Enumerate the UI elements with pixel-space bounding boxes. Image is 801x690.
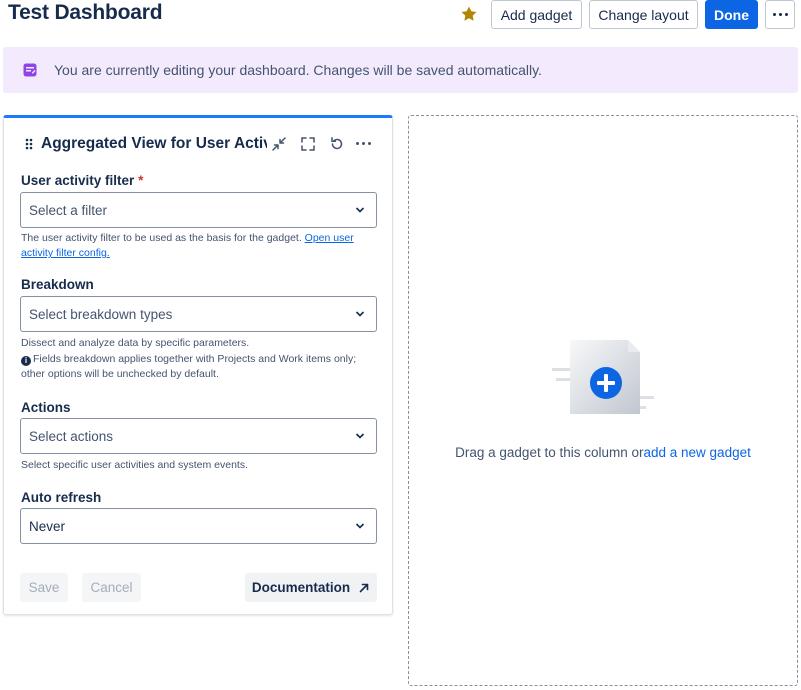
actions-placeholder: Select actions — [29, 429, 114, 444]
add-gadget-button[interactable]: Add gadget — [491, 0, 582, 29]
breakdown-placeholder: Select breakdown types — [29, 307, 173, 322]
filter-placeholder: Select a filter — [29, 203, 108, 218]
save-button[interactable]: Save — [20, 573, 68, 602]
drop-zone-text: Drag a gadget to this column or — [455, 445, 644, 460]
filter-label: User activity filter * — [21, 173, 143, 188]
gadget-card: Aggregated View for User Activi User act… — [3, 115, 393, 615]
filter-select[interactable]: Select a filter — [20, 192, 377, 228]
gadget-title: Aggregated View for User Activi — [41, 135, 267, 152]
edit-note-icon — [23, 63, 37, 77]
filter-help: The user activity filter to be used as t… — [21, 231, 371, 261]
documentation-label: Documentation — [251, 580, 351, 595]
done-button[interactable]: Done — [705, 0, 758, 29]
cancel-button[interactable]: Cancel — [82, 573, 141, 602]
breakdown-info: i Fields breakdown applies together with … — [21, 352, 376, 382]
breakdown-info-text: Fields breakdown applies together with P… — [21, 353, 357, 380]
breakdown-label: Breakdown — [21, 277, 94, 292]
filter-label-text: User activity filter — [21, 173, 135, 188]
gadget-more-button[interactable] — [356, 142, 374, 146]
drop-zone-message: Drag a gadget to this column oradd a new… — [409, 445, 797, 460]
change-layout-button[interactable]: Change layout — [589, 0, 698, 29]
external-link-icon — [359, 583, 369, 592]
more-actions-button[interactable] — [765, 0, 795, 29]
auto-refresh-value: Never — [29, 519, 66, 534]
fullscreen-icon[interactable] — [300, 136, 316, 152]
chevron-down-icon — [355, 311, 365, 317]
more-icon — [356, 142, 374, 145]
breakdown-help: Dissect and analyze data by specific par… — [21, 337, 250, 349]
actions-select[interactable]: Select actions — [20, 418, 377, 454]
auto-refresh-select[interactable]: Never — [20, 508, 377, 544]
info-icon: i — [21, 356, 31, 366]
required-mark: * — [138, 173, 144, 188]
drag-handle-icon[interactable] — [25, 138, 33, 150]
documentation-button[interactable]: Documentation — [245, 573, 377, 602]
auto-refresh-label: Auto refresh — [21, 490, 102, 505]
banner-message: You are currently editing your dashboard… — [54, 62, 542, 78]
page-title: Test Dashboard — [8, 1, 163, 24]
filter-help-text: The user activity filter to be used as t… — [21, 232, 302, 244]
more-icon — [772, 13, 788, 16]
add-new-gadget-link[interactable]: add a new gadget — [644, 445, 751, 460]
chevron-down-icon — [355, 523, 365, 529]
chevron-down-icon — [355, 207, 365, 213]
chevron-down-icon — [355, 433, 365, 439]
gadget-drop-zone[interactable]: Drag a gadget to this column oradd a new… — [408, 115, 798, 686]
dashboard-header: Test Dashboard Add gadget Change layout … — [0, 0, 801, 36]
star-icon[interactable] — [459, 4, 479, 24]
actions-label: Actions — [21, 400, 71, 415]
actions-help: Select specific user activities and syst… — [21, 459, 249, 471]
editing-banner: You are currently editing your dashboard… — [3, 47, 798, 93]
breakdown-select[interactable]: Select breakdown types — [20, 296, 377, 332]
refresh-icon[interactable] — [329, 136, 345, 152]
add-gadget-illustration — [552, 340, 654, 414]
collapse-icon[interactable] — [271, 136, 287, 152]
